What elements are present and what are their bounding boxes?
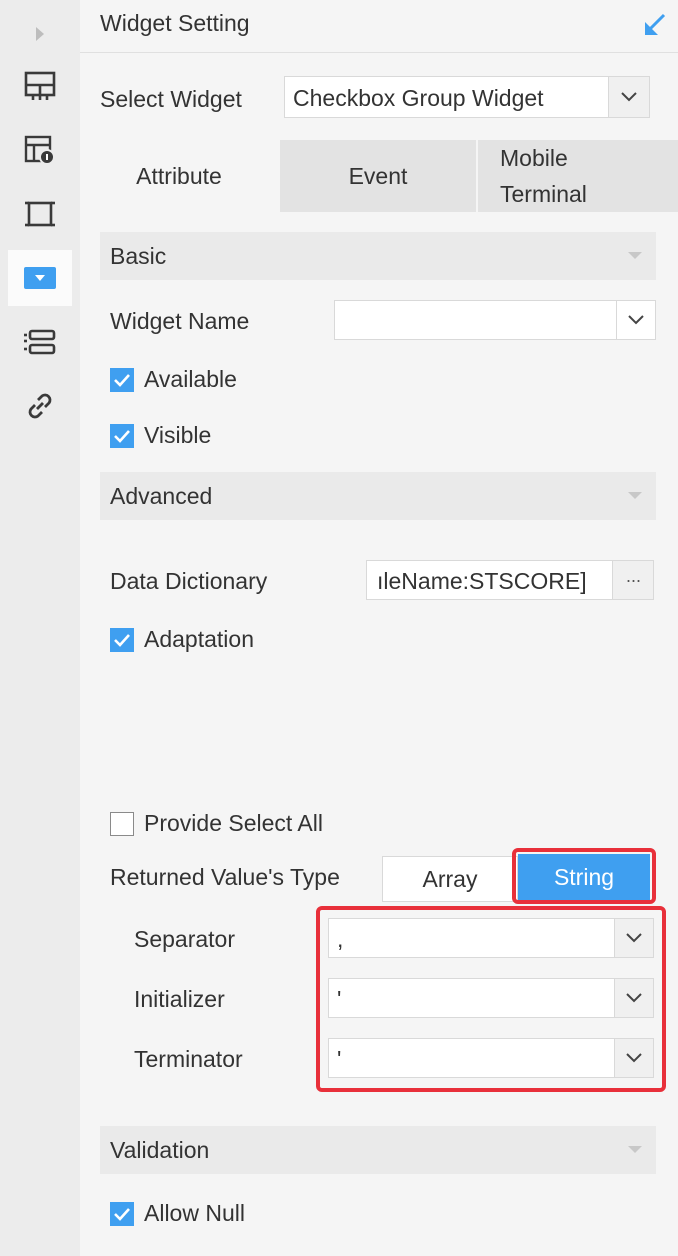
- section-validation-header[interactable]: Validation: [100, 1126, 656, 1174]
- widget-name-field[interactable]: [334, 300, 656, 340]
- tab-attribute[interactable]: Attribute: [80, 140, 278, 212]
- available-checkbox[interactable]: [110, 368, 134, 392]
- allow-null-checkbox[interactable]: [110, 1202, 134, 1226]
- title-divider: [80, 52, 678, 53]
- collapse-triangle-icon: [628, 1146, 642, 1153]
- adaptation-checkbox[interactable]: [110, 628, 134, 652]
- data-dictionary-field[interactable]: ıleName:STSCORE] ···: [366, 560, 654, 600]
- data-dictionary-label: Data Dictionary: [110, 568, 268, 594]
- terminator-value: ': [337, 1046, 342, 1072]
- chevron-down-icon[interactable]: [614, 919, 653, 957]
- frame-icon[interactable]: [0, 186, 80, 242]
- collapse-arrow-icon[interactable]: [642, 12, 668, 43]
- visible-checkbox[interactable]: [110, 424, 134, 448]
- form-layout-icon[interactable]: [0, 314, 80, 370]
- visible-label: Visible: [144, 422, 212, 448]
- select-widget-label: Select Widget: [100, 86, 242, 112]
- layout-grid-icon[interactable]: [0, 58, 80, 114]
- type-option-array[interactable]: Array: [382, 856, 518, 902]
- collapse-triangle-icon: [628, 492, 642, 499]
- chevron-down-icon[interactable]: [614, 1039, 653, 1077]
- separator-field[interactable]: ,: [328, 918, 654, 958]
- section-basic-header[interactable]: Basic: [100, 232, 656, 280]
- initializer-value: ': [337, 986, 342, 1012]
- type-option-string[interactable]: String: [518, 854, 650, 900]
- terminator-label: Terminator: [134, 1046, 243, 1072]
- separator-label: Separator: [134, 926, 236, 952]
- more-options-button[interactable]: ···: [612, 561, 653, 599]
- separator-value: ,: [337, 926, 344, 952]
- dropdown-widget-icon[interactable]: [0, 250, 80, 306]
- section-advanced-header[interactable]: Advanced: [100, 472, 656, 520]
- initializer-label: Initializer: [134, 986, 225, 1012]
- select-widget-value: Checkbox Group Widget: [293, 85, 544, 111]
- data-dictionary-value: ıleName:STSCORE]: [377, 568, 587, 594]
- chevron-down-icon[interactable]: [608, 77, 649, 117]
- link-icon[interactable]: [0, 378, 80, 434]
- available-label: Available: [144, 366, 237, 392]
- provide-select-all-label: Provide Select All: [144, 810, 323, 836]
- chevron-down-icon[interactable]: [614, 979, 653, 1017]
- select-widget-dropdown[interactable]: Checkbox Group Widget: [284, 76, 650, 118]
- table-info-icon[interactable]: [0, 122, 80, 178]
- chevron-down-icon[interactable]: [616, 301, 655, 339]
- provide-select-all-checkbox[interactable]: [110, 812, 134, 836]
- initializer-field[interactable]: ': [328, 978, 654, 1018]
- adaptation-label: Adaptation: [144, 626, 254, 652]
- returned-value-type-label: Returned Value's Type: [110, 864, 340, 890]
- tab-mobile-terminal[interactable]: Mobile Terminal: [478, 140, 678, 212]
- expand-arrow-icon[interactable]: [0, 10, 80, 58]
- allow-null-label: Allow Null: [144, 1200, 245, 1226]
- tab-event[interactable]: Event: [280, 140, 476, 212]
- panel-title: Widget Setting: [100, 10, 250, 36]
- collapse-triangle-icon: [628, 252, 642, 259]
- terminator-field[interactable]: ': [328, 1038, 654, 1078]
- widget-name-label: Widget Name: [110, 308, 250, 334]
